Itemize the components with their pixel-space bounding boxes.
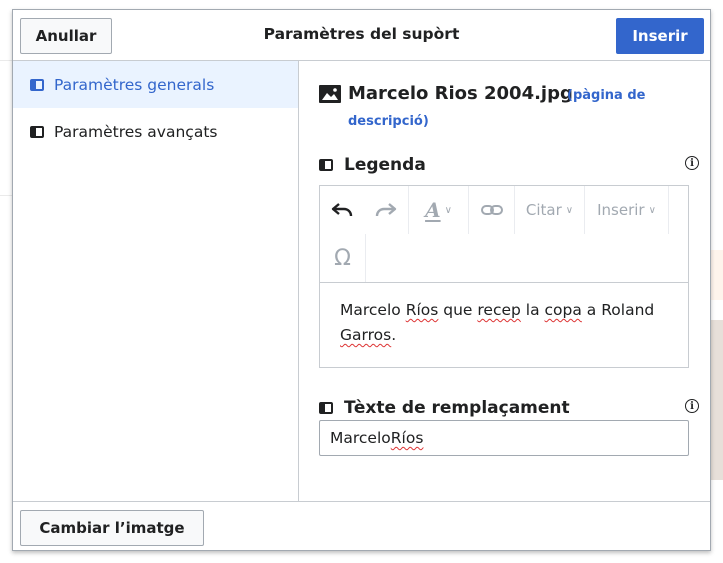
dialog-footer: Cambiar l’imatge	[13, 501, 710, 551]
undo-icon[interactable]	[320, 186, 364, 234]
description-page-link[interactable]: descripció)	[348, 114, 429, 129]
redo-icon[interactable]	[364, 186, 409, 234]
alt-text-input[interactable]: Marcelo Ríos	[319, 420, 689, 456]
description-page-link[interactable]: (pàgina de	[567, 88, 645, 103]
sidebar-item-advanced-settings[interactable]: Paramètres avançats	[13, 108, 298, 155]
media-settings-dialog: Anullar Paramètres del supòrt Inserir Pa…	[12, 9, 711, 551]
dialog-title: Paramètres del supòrt	[263, 25, 460, 43]
text-style-icon[interactable]: A ∨	[409, 186, 469, 234]
change-image-button[interactable]: Cambiar l’imatge	[20, 510, 204, 546]
settings-sidebar: Paramètres generals Paramètres avançats	[13, 61, 299, 501]
caption-editor[interactable]: A ∨ Citar ∨ Inserir ∨ Ω Marcelo Ríos que re…	[319, 185, 689, 368]
settings-content: Marcelo Rios 2004.jpg (pàgina de descrip…	[299, 61, 710, 501]
file-name: Marcelo Rios 2004.jpg	[348, 83, 573, 104]
alt-text-info-icon[interactable]: i	[685, 399, 699, 413]
caption-toolbar: A ∨ Citar ∨ Inserir ∨ Ω	[320, 186, 688, 283]
image-icon	[319, 85, 341, 103]
sidebar-item-general-settings[interactable]: Paramètres generals	[13, 61, 298, 108]
caption-text[interactable]: Marcelo Ríos que recep la copa a Roland …	[340, 298, 680, 348]
cancel-button[interactable]: Anullar	[20, 18, 112, 54]
alt-text-label: Tèxte de remplaçament	[319, 398, 570, 418]
insert-button[interactable]: Inserir	[616, 18, 704, 54]
omega-icon[interactable]: Ω	[320, 234, 366, 282]
panel-icon	[30, 78, 44, 91]
caption-label: Legenda	[319, 155, 426, 175]
cite-menu-button[interactable]: Citar ∨	[515, 186, 585, 234]
dialog-header: Anullar Paramètres del supòrt Inserir	[13, 10, 710, 61]
sidebar-item-label: Paramètres avançats	[54, 122, 218, 141]
panel-icon	[319, 159, 333, 171]
caption-info-icon[interactable]: i	[685, 156, 699, 170]
insert-menu-button[interactable]: Inserir ∨	[585, 186, 669, 234]
panel-icon	[319, 402, 333, 414]
panel-icon	[30, 125, 44, 138]
sidebar-item-label: Paramètres generals	[54, 75, 215, 94]
link-icon[interactable]	[469, 186, 515, 234]
